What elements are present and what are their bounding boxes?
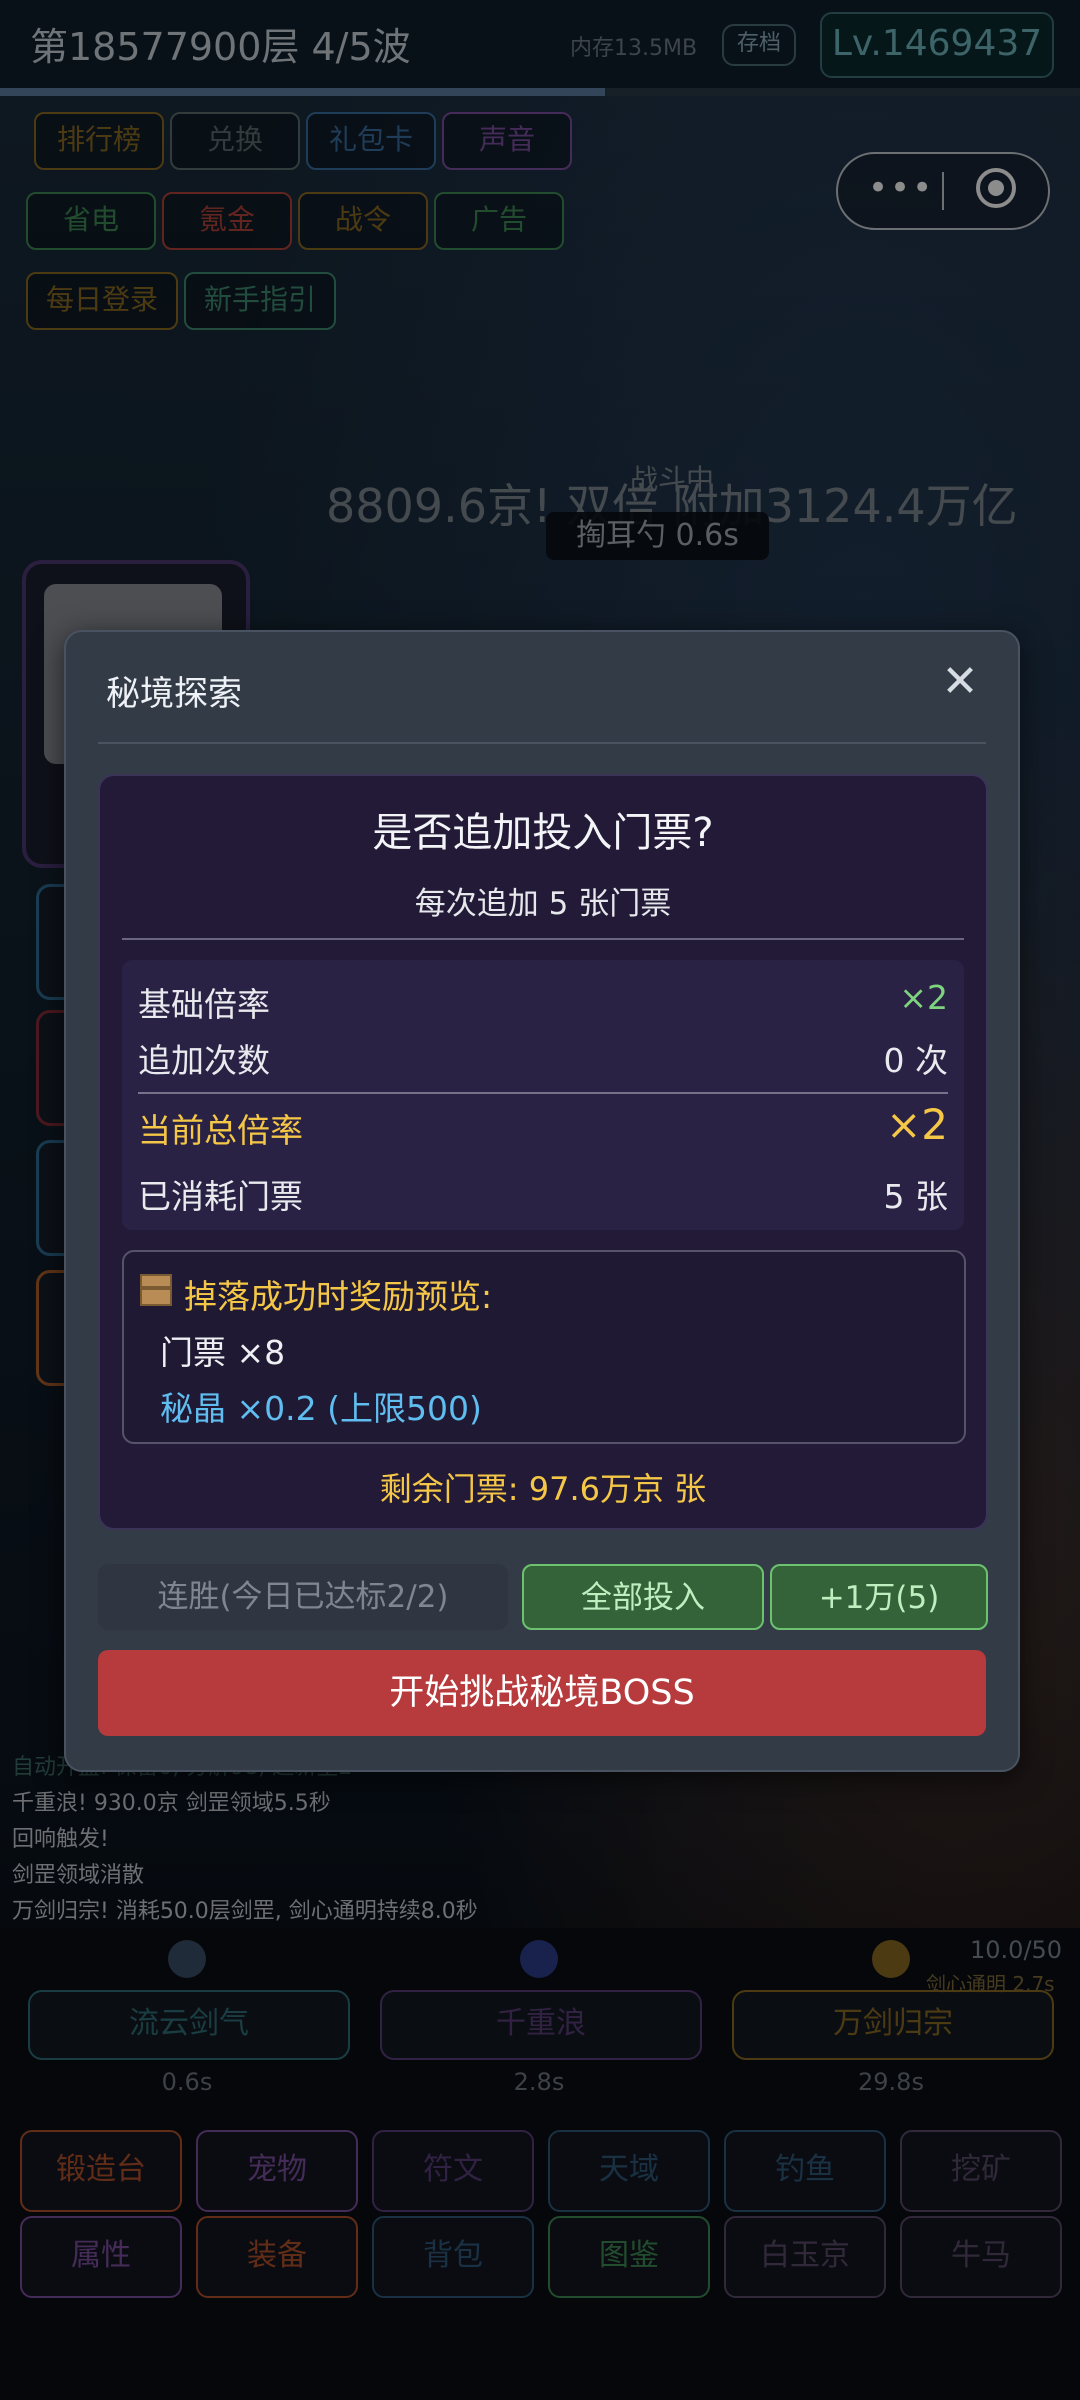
stat-label-total-rate: 当前总倍率 bbox=[138, 1111, 303, 1150]
dialog-title: 秘境探索 bbox=[106, 674, 242, 714]
ticket-subtitle: 每次追加 5 张门票 bbox=[414, 886, 672, 922]
stat-label-base-rate: 基础倍率 bbox=[138, 985, 270, 1024]
start-boss-button[interactable]: 开始挑战秘境BOSS bbox=[98, 1650, 986, 1736]
stat-value-add-count: 0 次 bbox=[883, 1041, 949, 1080]
reward-item-ticket: 门票 ×8 bbox=[160, 1333, 286, 1372]
ticket-panel: 是否追加投入门票? 每次追加 5 张门票 基础倍率 ×2 追加次数 0 次 当前… bbox=[98, 774, 988, 1530]
streak-button[interactable]: 连胜(今日已达标2/2) bbox=[98, 1564, 508, 1630]
all-in-button[interactable]: 全部投入 bbox=[522, 1564, 764, 1630]
secret-realm-dialog: 秘境探索 ✕ 是否追加投入门票? 每次追加 5 张门票 基础倍率 ×2 追加次数… bbox=[64, 630, 1020, 1772]
stat-label-consumed: 已消耗门票 bbox=[138, 1177, 303, 1216]
dialog-divider bbox=[98, 742, 986, 744]
panel-divider bbox=[122, 938, 964, 940]
remaining-tickets: 剩余门票: 97.6万京 张 bbox=[379, 1470, 707, 1508]
stats-divider bbox=[138, 1092, 948, 1094]
stat-value-total-rate: ×2 bbox=[886, 1100, 948, 1149]
reward-preview: 掉落成功时奖励预览: 门票 ×8 秘晶 ×0.2 (上限500) bbox=[122, 1250, 966, 1444]
package-icon bbox=[140, 1274, 172, 1306]
stats-table: 基础倍率 ×2 追加次数 0 次 当前总倍率 ×2 已消耗门票 5 张 bbox=[122, 960, 964, 1230]
stat-value-consumed: 5 张 bbox=[883, 1177, 949, 1216]
stat-value-base-rate: ×2 bbox=[899, 978, 948, 1017]
ticket-question: 是否追加投入门票? bbox=[372, 810, 714, 856]
reward-item-crystal: 秘晶 ×0.2 (上限500) bbox=[160, 1389, 482, 1428]
close-icon[interactable]: ✕ bbox=[934, 656, 986, 708]
reward-title: 掉落成功时奖励预览: bbox=[184, 1277, 493, 1316]
add-ticket-button[interactable]: +1万(5) bbox=[770, 1564, 988, 1630]
stat-label-add-count: 追加次数 bbox=[138, 1041, 270, 1080]
